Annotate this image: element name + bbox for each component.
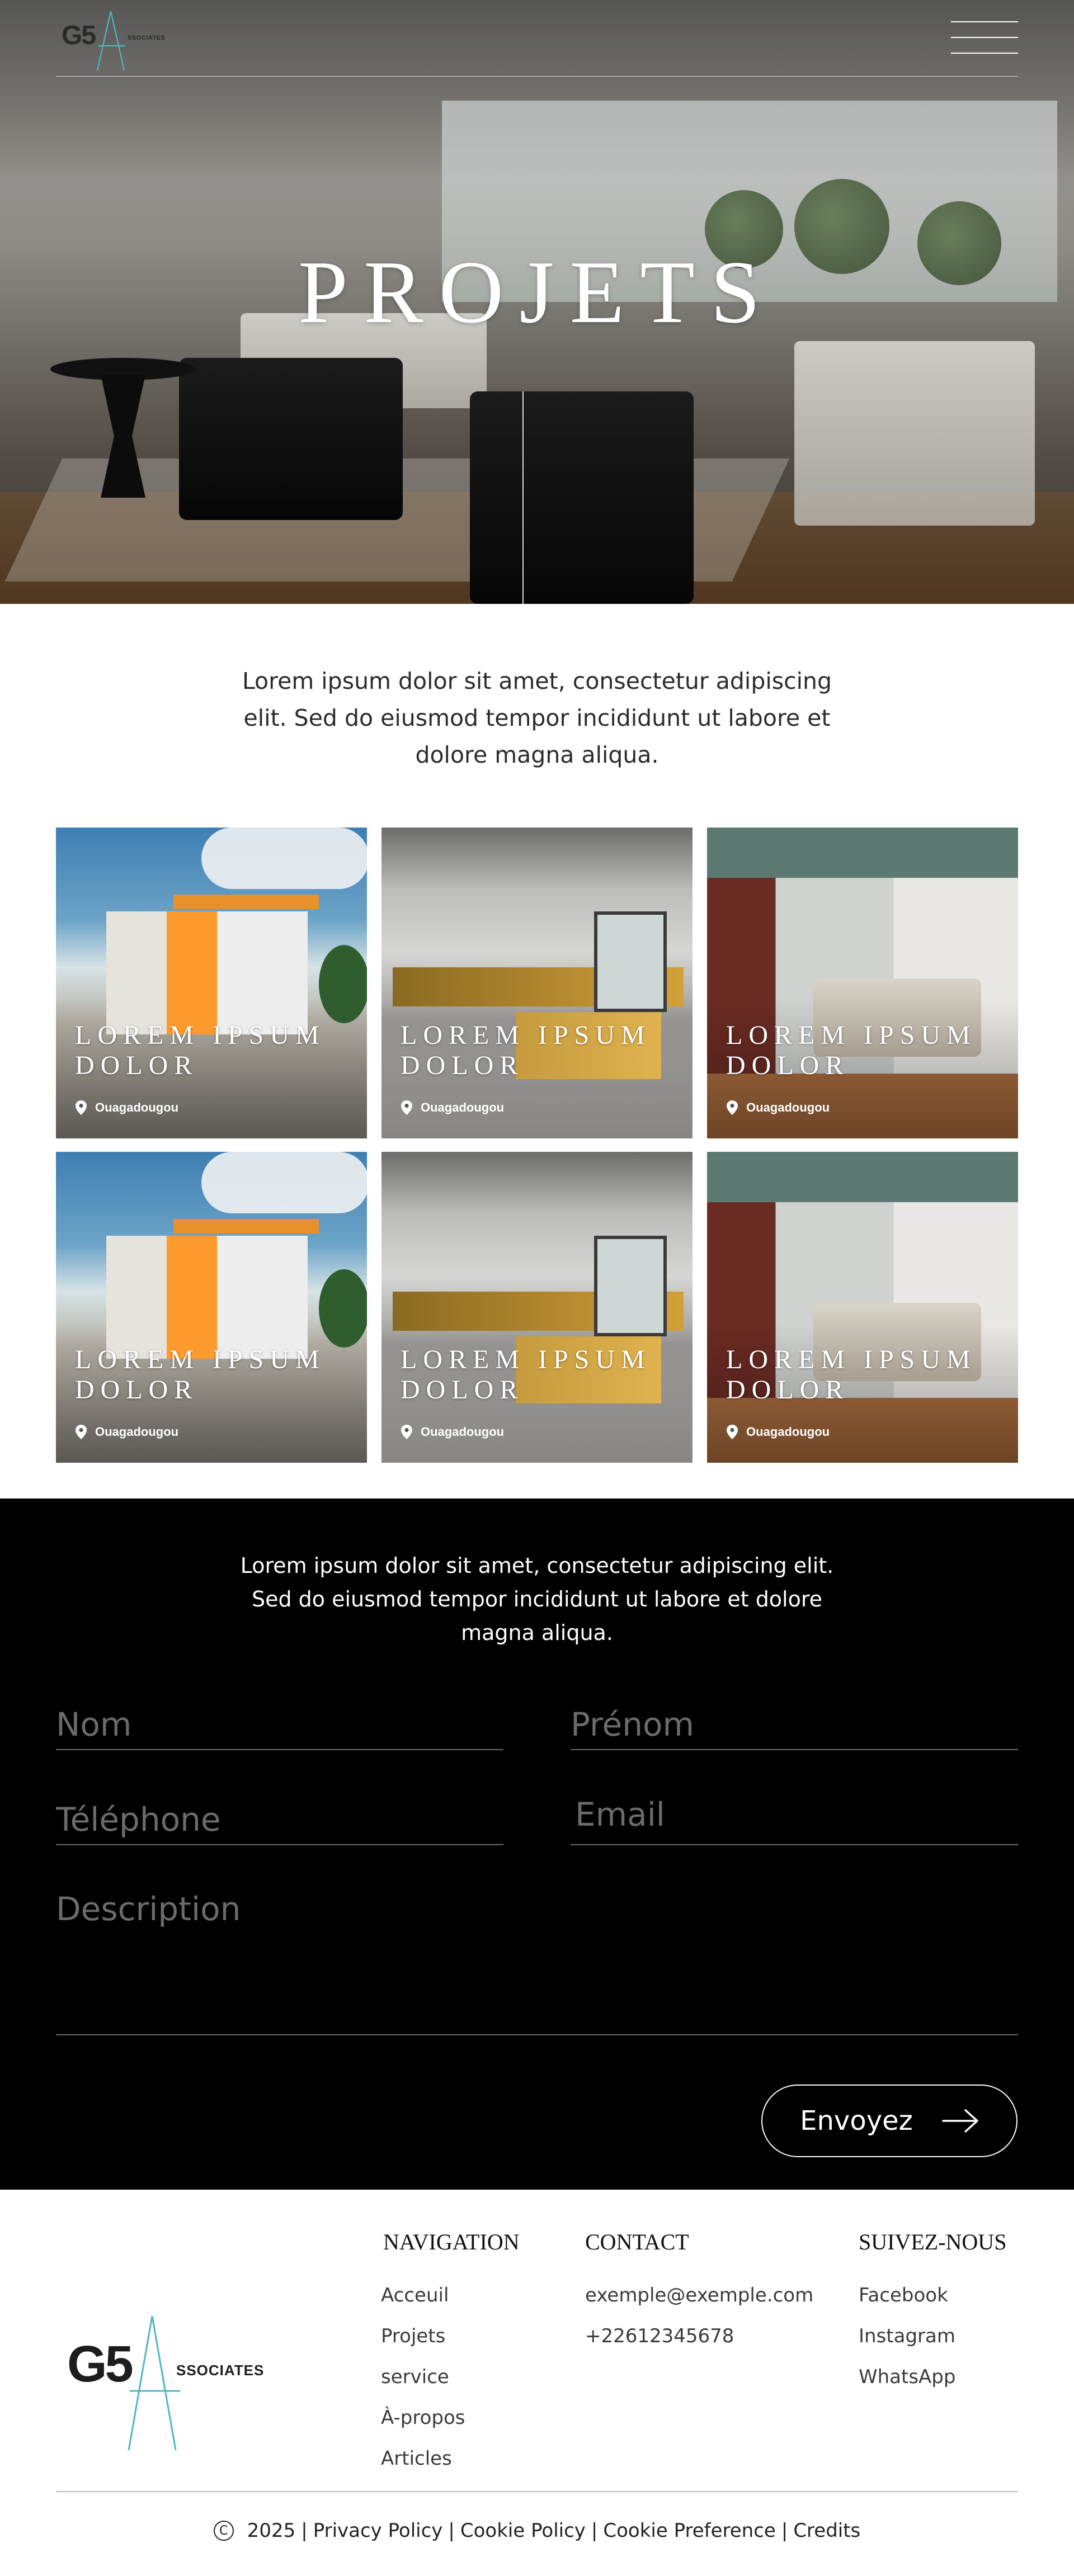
footer-contact: CONTACT exemple@exemple.com +22612345678	[585, 2229, 813, 2357]
footer-nav-service[interactable]: service	[381, 2357, 520, 2398]
project-location-label: Ouagadougou	[421, 1425, 505, 1439]
footer-social-whatsapp[interactable]: WhatsApp	[859, 2357, 1006, 2398]
logo-mark-icon	[96, 11, 125, 71]
cookie-preference-link[interactable]: Cookie Preference	[603, 2520, 775, 2542]
footer-logo[interactable]: G5 SSOCIATES	[62, 2313, 285, 2458]
footer-navigation: NAVIGATION Acceuil Projets service À-pro…	[381, 2229, 520, 2479]
hero-armchair	[470, 391, 694, 604]
logo-text: G5	[62, 21, 96, 50]
footer-navigation-heading: NAVIGATION	[383, 2229, 520, 2254]
footer-social-heading: SUIVEZ-NOUS	[859, 2229, 1007, 2254]
project-card[interactable]: LOREM IPSUM DOLOR Ouagadougou	[381, 1152, 693, 1463]
project-location-label: Ouagadougou	[746, 1100, 830, 1114]
intro-text: Lorem ipsum dolor sit amet, consectetur …	[242, 668, 832, 768]
footer-nav-articles[interactable]: Articles	[381, 2438, 520, 2479]
hero-divider	[522, 391, 524, 604]
project-title: LOREM IPSUM DOLOR	[401, 1020, 651, 1080]
cookie-policy-link[interactable]: Cookie Policy	[460, 2520, 586, 2542]
project-location: Ouagadougou	[75, 1100, 178, 1116]
site-logo[interactable]: G5 SSOCIATES	[56, 10, 168, 72]
email-input[interactable]	[571, 1779, 1018, 1844]
project-card[interactable]: LOREM IPSUM DOLOR Ouagadougou	[56, 1152, 367, 1463]
project-title: LOREM IPSUM DOLOR	[401, 1345, 651, 1405]
copyright-year: 2025	[247, 2520, 296, 2542]
arrow-right-icon	[942, 2109, 978, 2133]
footer-social: SUIVEZ-NOUS Facebook Instagram WhatsApp	[859, 2229, 1006, 2398]
footer-contact-email[interactable]: exemple@exemple.com	[585, 2275, 813, 2316]
project-card[interactable]: LOREM IPSUM DOLOR Ouagadougou	[707, 1152, 1018, 1463]
contact-lead-text: Lorem ipsum dolor sit amet, consectetur …	[240, 1553, 834, 1645]
prenom-input[interactable]	[571, 1694, 1018, 1749]
location-pin-icon	[401, 1425, 412, 1439]
footer-nav-accueil[interactable]: Acceuil	[381, 2275, 520, 2316]
footer-divider	[56, 2491, 1018, 2492]
footer-social-instagram[interactable]: Instagram	[859, 2316, 1006, 2357]
nom-field	[56, 1694, 503, 1750]
project-card[interactable]: LOREM IPSUM DOLOR Ouagadougou	[381, 828, 693, 1138]
project-location: Ouagadougou	[75, 1424, 178, 1440]
project-title: LOREM IPSUM DOLOR	[726, 1020, 977, 1080]
email-field	[571, 1779, 1018, 1845]
footer-contact-heading: CONTACT	[585, 2229, 689, 2254]
page-title: PROJETS	[298, 242, 776, 342]
prenom-field	[571, 1694, 1018, 1750]
location-pin-icon	[76, 1100, 87, 1115]
project-title: LOREM IPSUM DOLOR	[75, 1345, 326, 1405]
hero-section: G5 SSOCIATES PROJETS	[0, 0, 1074, 604]
hero-side-table	[50, 358, 196, 514]
location-pin-icon	[76, 1425, 87, 1439]
hero-sofa	[794, 341, 1035, 526]
submit-button[interactable]: Envoyez	[761, 2085, 1018, 2157]
telephone-field	[56, 1789, 503, 1845]
nom-input[interactable]	[56, 1694, 503, 1749]
location-pin-icon	[727, 1100, 738, 1115]
logo-mark-icon	[128, 2315, 180, 2451]
project-location: Ouagadougou	[726, 1424, 830, 1440]
site-footer: G5 SSOCIATES NAVIGATION Acceuil Projets …	[0, 2190, 1074, 2576]
logo-subtext: SSOCIATES	[128, 35, 166, 41]
project-location: Ouagadougou	[726, 1100, 830, 1116]
project-location-label: Ouagadougou	[95, 1425, 179, 1439]
location-pin-icon	[401, 1100, 412, 1115]
description-field	[56, 1884, 1018, 2035]
description-input[interactable]	[56, 1884, 1018, 2034]
footer-contact-phone[interactable]: +22612345678	[585, 2316, 813, 2357]
project-location: Ouagadougou	[401, 1100, 504, 1116]
submit-button-label: Envoyez	[800, 2105, 913, 2137]
footer-social-facebook[interactable]: Facebook	[859, 2275, 1006, 2316]
privacy-policy-link[interactable]: Privacy Policy	[313, 2520, 443, 2542]
copyright-bar: C 2025 | Privacy Policy | Cookie Policy …	[0, 2520, 1074, 2542]
telephone-input[interactable]	[56, 1789, 503, 1844]
hamburger-icon[interactable]	[951, 20, 1018, 56]
project-title: LOREM IPSUM DOLOR	[726, 1345, 977, 1405]
project-card[interactable]: LOREM IPSUM DOLOR Ouagadougou	[707, 828, 1018, 1138]
hero-armchair	[179, 358, 403, 520]
copyright-icon: C	[213, 2521, 234, 2541]
project-title: LOREM IPSUM DOLOR	[75, 1020, 326, 1080]
project-location: Ouagadougou	[401, 1424, 504, 1440]
contact-lead: Lorem ipsum dolor sit amet, consectetur …	[0, 1549, 1074, 1649]
project-location-label: Ouagadougou	[95, 1100, 179, 1114]
credits-link[interactable]: Credits	[793, 2520, 860, 2542]
location-pin-icon	[727, 1425, 738, 1439]
footer-nav-projets[interactable]: Projets	[381, 2316, 520, 2357]
footer-nav-a-propos[interactable]: À-propos	[381, 2398, 520, 2438]
footer-logo-text: G5	[67, 2336, 134, 2393]
project-card[interactable]: LOREM IPSUM DOLOR Ouagadougou	[56, 828, 367, 1138]
site-header: G5 SSOCIATES	[56, 0, 1018, 77]
contact-section: Lorem ipsum dolor sit amet, consectetur …	[0, 1499, 1074, 2190]
projects-grid: LOREM IPSUM DOLOR Ouagadougou LOREM IPSU…	[0, 828, 1074, 1499]
project-location-label: Ouagadougou	[746, 1425, 830, 1439]
project-location-label: Ouagadougou	[421, 1100, 505, 1114]
footer-logo-subtext: SSOCIATES	[176, 2362, 265, 2379]
intro-section: Lorem ipsum dolor sit amet, consectetur …	[0, 604, 1074, 828]
